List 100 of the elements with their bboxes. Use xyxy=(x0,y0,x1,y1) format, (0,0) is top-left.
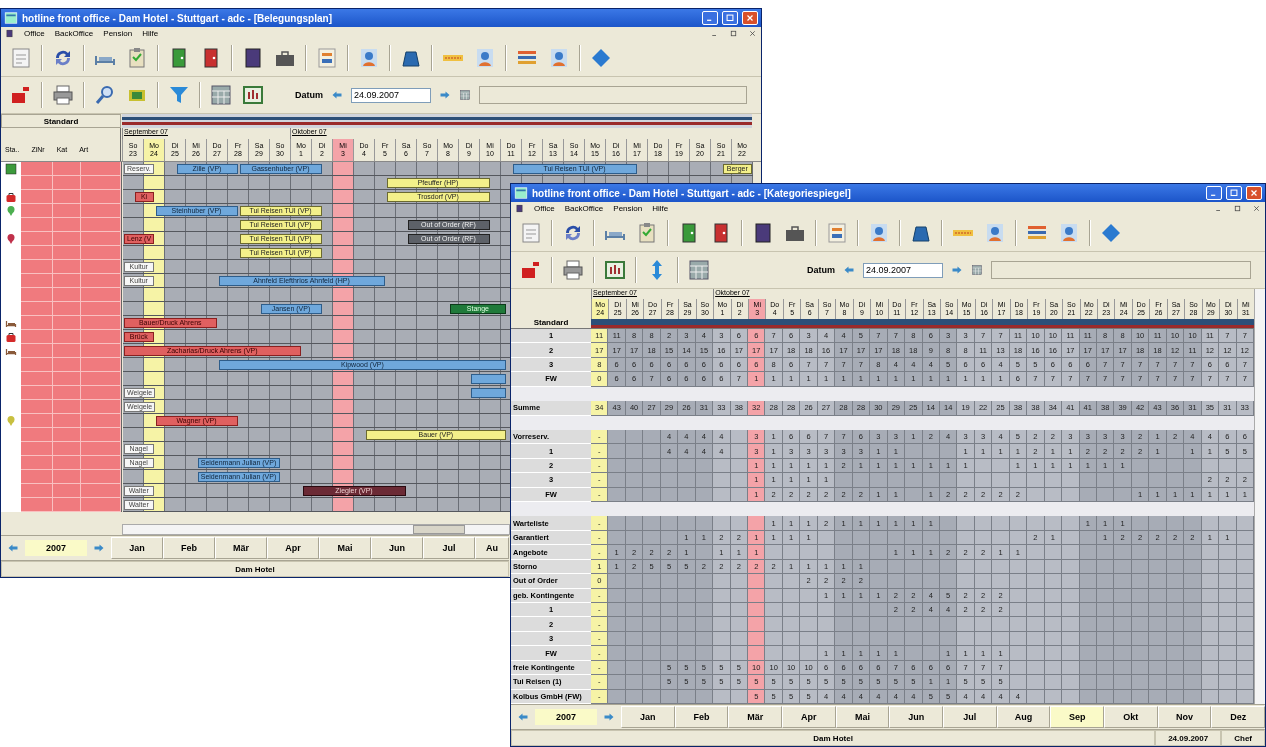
arrow-left-icon[interactable] xyxy=(7,542,19,554)
booking-bar[interactable] xyxy=(470,374,507,384)
close-icon[interactable] xyxy=(1252,204,1261,213)
room-cell xyxy=(53,218,81,232)
date-field[interactable]: 24.09.2007 xyxy=(863,262,943,278)
menu-item[interactable]: Pension xyxy=(613,204,643,213)
room-cell xyxy=(81,316,121,330)
printer-icon[interactable] xyxy=(561,258,585,282)
maximize-button[interactable] xyxy=(1226,186,1242,200)
month-tab[interactable]: Aug xyxy=(996,706,1051,728)
calendar-icon[interactable] xyxy=(687,258,711,282)
room-cell xyxy=(53,358,81,372)
room-cell xyxy=(53,316,81,330)
month-tab[interactable]: Apr xyxy=(267,537,319,559)
month-tab[interactable]: Apr xyxy=(782,706,836,728)
month-tab[interactable]: Mär xyxy=(215,537,267,559)
room-cell xyxy=(53,274,81,288)
year-field[interactable]: 2007 xyxy=(535,709,597,725)
menu-item[interactable]: Hilfe xyxy=(652,204,669,213)
month-tab[interactable]: Nov xyxy=(1157,706,1212,728)
report-icon[interactable] xyxy=(315,46,339,70)
month-tab[interactable]: Feb xyxy=(163,537,215,559)
month-tab[interactable]: Mai xyxy=(835,706,890,728)
month-tab[interactable]: Jun xyxy=(371,537,423,559)
room-cell xyxy=(21,274,53,288)
app-icon xyxy=(4,11,18,25)
room-cell xyxy=(21,400,53,414)
month-tab[interactable]: Jul xyxy=(943,706,997,728)
menu-item[interactable]: Office xyxy=(534,204,555,213)
arrow-right-icon[interactable] xyxy=(951,264,963,276)
arrow-left-icon[interactable] xyxy=(331,89,343,101)
room-cell xyxy=(53,456,81,470)
room-cell xyxy=(81,204,121,218)
room-cell xyxy=(53,246,81,260)
room-cell xyxy=(53,484,81,498)
month-tab[interactable]: Okt xyxy=(1104,706,1158,728)
room-cell xyxy=(81,442,121,456)
chart-icon[interactable] xyxy=(603,258,627,282)
month-tab[interactable]: Jul xyxy=(423,537,475,559)
arrow-right-icon[interactable] xyxy=(93,542,105,554)
printer-icon[interactable] xyxy=(51,83,75,107)
menu-item[interactable]: Hilfe xyxy=(142,29,159,38)
close-icon[interactable] xyxy=(748,29,757,38)
room-cell xyxy=(21,498,53,512)
date-field[interactable]: 24.09.2007 xyxy=(351,87,431,103)
close-button[interactable] xyxy=(742,11,758,25)
arrow-left-icon[interactable] xyxy=(517,711,529,723)
calendar-icon[interactable] xyxy=(971,264,983,276)
maximize-icon xyxy=(1229,188,1239,198)
room-cell xyxy=(53,386,81,400)
room-cell xyxy=(53,204,81,218)
month-tab[interactable]: Sep xyxy=(1050,706,1104,728)
minimize-button[interactable] xyxy=(1206,186,1222,200)
room-cell xyxy=(21,204,53,218)
maximize-button[interactable] xyxy=(722,11,738,25)
month-tab[interactable]: Jun xyxy=(889,706,943,728)
room-cell xyxy=(21,316,53,330)
room-cell xyxy=(53,498,81,512)
room-cell xyxy=(21,358,53,372)
view-label: Standard xyxy=(532,317,570,328)
menu-item[interactable]: Office xyxy=(24,29,45,38)
room-cell xyxy=(81,456,121,470)
chart-icon[interactable] xyxy=(241,83,265,107)
vertical-scrollbar[interactable] xyxy=(1254,289,1265,704)
room-cell xyxy=(21,260,53,274)
menu-item[interactable]: BackOffice xyxy=(54,29,94,38)
year-field[interactable]: 2007 xyxy=(25,540,87,556)
month-tab[interactable]: Jan xyxy=(621,706,675,728)
room-cell xyxy=(81,470,121,484)
room-cell xyxy=(81,372,121,386)
horizontal-scrollbar[interactable] xyxy=(122,524,510,535)
room-cell xyxy=(81,498,121,512)
arrow-right-icon[interactable] xyxy=(603,711,615,723)
menu-item[interactable]: Pension xyxy=(103,29,133,38)
month-tab[interactable]: Mär xyxy=(728,706,782,728)
room-cell xyxy=(81,232,121,246)
month-tab[interactable]: Dez xyxy=(1211,706,1265,728)
room-cell xyxy=(53,176,81,190)
restore-icon[interactable] xyxy=(729,29,738,38)
room-cell xyxy=(53,162,81,176)
arrow-right-icon[interactable] xyxy=(439,89,451,101)
view-button[interactable]: Standard xyxy=(1,114,121,128)
room-cell xyxy=(53,302,81,316)
room-cell xyxy=(53,428,81,442)
month-tab[interactable]: Au xyxy=(475,537,509,559)
arrow-left-icon[interactable] xyxy=(843,264,855,276)
room-cell xyxy=(53,330,81,344)
restore-icon[interactable] xyxy=(1233,204,1242,213)
calendar-icon[interactable] xyxy=(459,89,471,101)
room-cell xyxy=(81,190,121,204)
minimize-button[interactable] xyxy=(702,11,718,25)
month-tab[interactable]: Feb xyxy=(674,706,729,728)
calendar-icon[interactable] xyxy=(209,83,233,107)
menu-item[interactable]: BackOffice xyxy=(564,204,604,213)
month-tab[interactable]: Mai xyxy=(319,537,371,559)
month-tab[interactable]: Jan xyxy=(111,537,163,559)
room-cell xyxy=(21,428,53,442)
close-button[interactable] xyxy=(1246,186,1262,200)
booking-bar[interactable] xyxy=(470,388,507,398)
report-icon[interactable] xyxy=(825,221,849,245)
